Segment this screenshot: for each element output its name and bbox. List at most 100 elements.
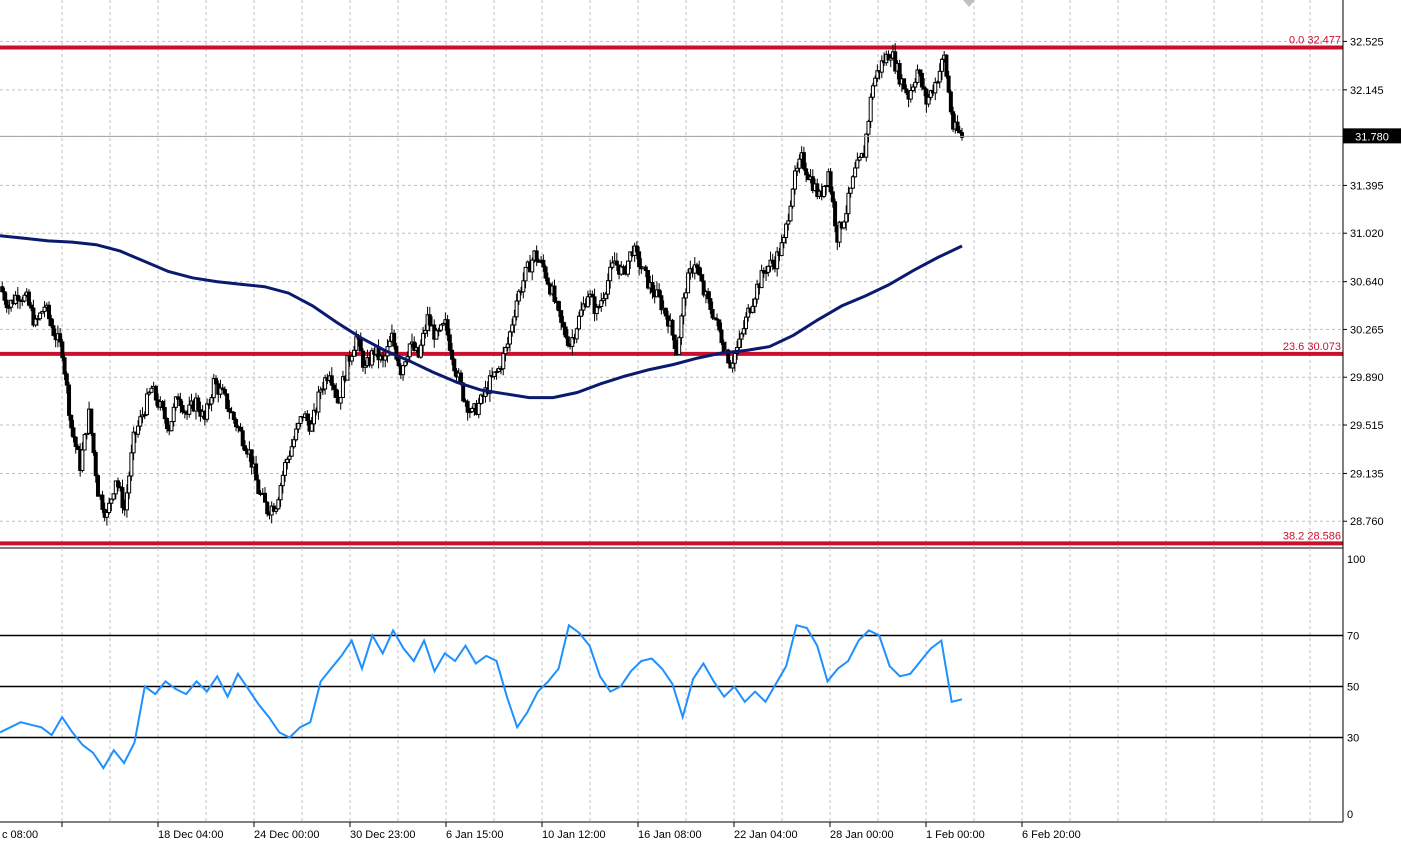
candle-body	[280, 474, 285, 487]
candle-body	[679, 315, 684, 339]
oscillator-tick-label: 50	[1347, 682, 1359, 694]
candle-body	[238, 426, 243, 432]
candle-body	[868, 96, 873, 122]
candle-body	[401, 365, 406, 376]
candle-body	[67, 384, 72, 416]
candle-body	[625, 260, 630, 275]
candle-body	[917, 69, 922, 74]
candle-body	[153, 385, 158, 401]
candlesticks	[0, 43, 964, 526]
current-price-tag: 31.780	[1343, 128, 1401, 144]
candle-body	[71, 427, 76, 438]
candle-body	[73, 436, 78, 448]
price-tick-label: 31.020	[1350, 228, 1384, 240]
candle-body	[458, 372, 463, 384]
candle-body	[737, 338, 742, 349]
current-price-label: 31.780	[1355, 131, 1389, 143]
candle-body	[523, 266, 528, 282]
fibonacci-levels[interactable]: 0.0 32.477 23.6 30.073 38.2 28.586	[0, 35, 1343, 546]
candle-body	[752, 298, 757, 307]
price-tick-label: 28.760	[1350, 516, 1384, 528]
time-tick-label: 6 Jan 15:00	[446, 829, 504, 841]
candle-body	[730, 362, 735, 369]
candle-body	[262, 492, 267, 503]
candle-body	[407, 343, 412, 358]
price-tick-label: 31.395	[1350, 180, 1384, 192]
candle-body	[599, 300, 604, 307]
time-tick-label: 28 Jan 00:00	[830, 829, 894, 841]
oscillator-pane: 100 70 50 30 0	[0, 548, 1365, 822]
candle-body	[62, 357, 67, 375]
candle-body	[603, 293, 608, 300]
candle-body	[846, 192, 851, 215]
oscillator-tick-label: 100	[1347, 554, 1365, 566]
candle-body	[349, 355, 354, 362]
candle-body	[579, 309, 584, 317]
candle-body	[833, 201, 838, 227]
candle-body	[739, 333, 744, 340]
candle-body	[64, 373, 69, 386]
candle-body	[256, 479, 261, 495]
candle-body	[136, 425, 141, 435]
candle-body	[605, 280, 610, 295]
candle-body	[574, 328, 579, 340]
candle-body	[427, 314, 432, 326]
candle-body	[514, 300, 519, 318]
candle-body	[26, 291, 31, 306]
oscillator-tick-label: 0	[1347, 809, 1353, 821]
candle-body	[659, 295, 664, 311]
candle-body	[672, 334, 677, 350]
candle-body	[853, 167, 858, 178]
candle-body	[501, 353, 506, 370]
price-tick-label: 32.145	[1350, 85, 1384, 97]
candle-body	[643, 266, 648, 272]
candle-body	[919, 72, 924, 88]
candle-body	[22, 294, 27, 302]
candle-body	[104, 511, 109, 518]
candle-body	[521, 280, 526, 293]
candle-body	[804, 168, 809, 176]
candle-body	[848, 187, 853, 194]
scroll-marker-icon[interactable]	[963, 0, 975, 7]
candle-body	[902, 78, 907, 90]
candle-body	[107, 502, 112, 513]
candle-body	[138, 416, 143, 427]
candle-body	[699, 274, 704, 282]
candle-body	[309, 423, 314, 432]
candle-body	[939, 58, 944, 72]
candle-body	[955, 121, 960, 132]
candle-body	[476, 402, 481, 415]
candle-body	[864, 133, 869, 158]
candle-body	[120, 487, 125, 509]
candle-body	[231, 411, 236, 421]
candle-body	[670, 319, 675, 336]
candle-body	[396, 358, 401, 367]
candle-body	[866, 120, 871, 135]
candle-body	[254, 463, 259, 481]
candle-body	[80, 449, 85, 471]
candle-body	[421, 332, 426, 346]
time-tick-label: 22 Jan 04:00	[734, 829, 798, 841]
candle-body	[708, 298, 713, 310]
candle-body	[169, 421, 174, 432]
candle-body	[681, 297, 686, 317]
candle-body	[283, 462, 288, 476]
candle-body	[447, 334, 452, 351]
candle-body	[205, 403, 210, 420]
candle-body	[332, 384, 337, 390]
fibonacci-level-label: 23.6 30.073	[1283, 341, 1341, 353]
time-tick-label: 16 Jan 08:00	[638, 829, 702, 841]
candle-body	[911, 86, 916, 91]
candle-body	[358, 338, 363, 352]
candle-body	[338, 396, 343, 404]
candle-body	[844, 213, 849, 223]
candle-body	[334, 388, 339, 398]
candle-body	[69, 414, 74, 429]
candle-body	[178, 398, 183, 407]
candle-body	[697, 266, 702, 276]
candle-body	[289, 446, 294, 457]
candle-body	[403, 361, 408, 367]
candle-body	[870, 85, 875, 98]
candle-body	[913, 81, 918, 88]
candle-body	[450, 349, 455, 360]
